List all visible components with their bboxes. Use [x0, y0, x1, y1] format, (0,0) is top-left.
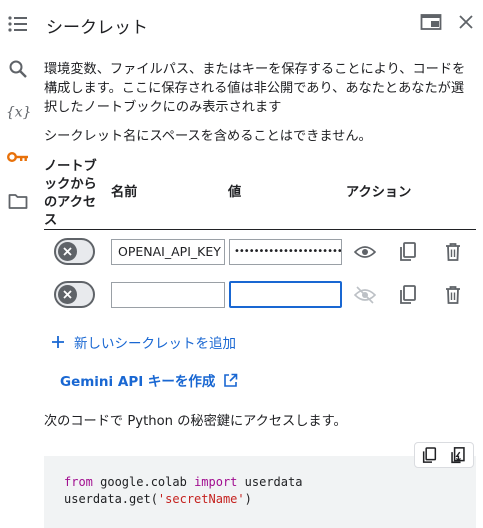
open-in-tab-icon[interactable]: [419, 10, 443, 34]
panel-title: シークレット: [46, 18, 148, 38]
secret-value-input[interactable]: [229, 281, 342, 308]
secrets-panel: シークレット 環境変数、ファイルパス、またはキーを保存することにより、コードを構…: [36, 0, 483, 528]
secret-value-input[interactable]: ••••••••••••••••••••••••••••••: [229, 239, 342, 265]
toggle-off-icon: [58, 285, 77, 304]
variables-icon[interactable]: {x}: [6, 100, 30, 124]
code-actions: [414, 442, 474, 468]
add-secret-button[interactable]: 新しいシークレットを追加: [52, 332, 236, 352]
column-header-access: ノートブックからのアクセス: [44, 159, 97, 228]
panel-description: 環境変数、ファイルパス、またはキーを保存することにより、コードを構成します。ここ…: [44, 62, 466, 115]
column-header-value: 値: [228, 185, 242, 200]
close-icon[interactable]: [454, 10, 478, 34]
search-icon[interactable]: [6, 57, 30, 81]
show-value-icon[interactable]: [353, 240, 377, 264]
gemini-link-label: Gemini API キーを作成: [60, 374, 216, 390]
toc-icon[interactable]: [6, 12, 30, 36]
notebook-access-toggle[interactable]: [54, 281, 95, 308]
show-value-disabled-icon: [353, 283, 377, 307]
header-divider: [44, 229, 476, 230]
key-icon[interactable]: [6, 145, 30, 169]
copy-code-icon[interactable]: [422, 446, 437, 464]
delete-icon[interactable]: [441, 240, 465, 264]
code-text: userdata: [237, 475, 303, 489]
code-keyword: from: [64, 475, 93, 489]
code-string: 'secretName': [157, 492, 245, 506]
insert-code-icon[interactable]: [450, 446, 466, 464]
code-text: google.colab: [92, 475, 195, 489]
plus-icon: [52, 336, 64, 348]
folder-icon[interactable]: [6, 189, 30, 213]
code-keyword: import: [194, 475, 238, 489]
secret-name-input[interactable]: [111, 282, 225, 308]
copy-icon[interactable]: [396, 240, 420, 264]
code-text: userdata.get(: [64, 492, 158, 506]
delete-icon[interactable]: [441, 283, 465, 307]
code-intro-text: 次のコードで Python の秘密鍵にアクセスします。: [44, 414, 347, 429]
code-text: ): [244, 492, 252, 506]
column-header-name: 名前: [111, 185, 138, 200]
side-rail: {x}: [0, 0, 36, 528]
secret-name-input[interactable]: OPENAI_API_KEY: [111, 239, 225, 265]
copy-icon[interactable]: [396, 283, 420, 307]
toggle-off-icon: [58, 242, 77, 261]
name-rule-note: シークレット名にスペースを含めることはできません。: [44, 129, 372, 144]
code-snippet: from google.colab import userdata userda…: [44, 456, 476, 528]
external-link-icon: [223, 373, 238, 388]
column-header-actions: アクション: [346, 185, 412, 200]
gemini-api-key-link[interactable]: Gemini API キーを作成: [60, 370, 238, 390]
add-secret-label: 新しいシークレットを追加: [74, 336, 236, 352]
notebook-access-toggle[interactable]: [54, 238, 95, 265]
svg-text:{x}: {x}: [6, 105, 30, 121]
